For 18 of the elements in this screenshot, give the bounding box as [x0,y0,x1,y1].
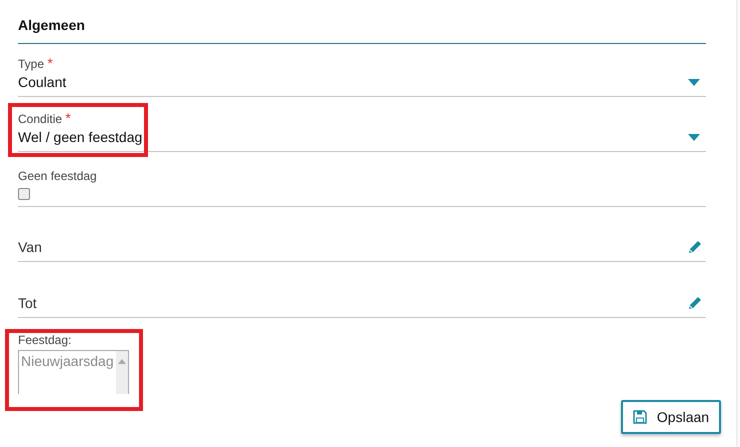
required-mark: * [65,110,71,126]
field-label: Tot [18,294,37,313]
field-label: Conditie [18,112,62,126]
save-button[interactable]: Opslaan [621,400,721,434]
field-label: Feestdag: [18,333,72,347]
required-mark: * [47,55,53,71]
field-label: Type [18,57,44,71]
select-value[interactable]: Coulant [18,72,66,92]
field-label: Van [18,238,42,257]
pencil-icon[interactable] [688,240,702,254]
field-label: Geen feestdag [18,169,97,183]
section-title: Algemeen [18,0,706,44]
dropdown-caret-icon[interactable] [688,134,700,140]
checkbox[interactable] [18,188,30,200]
dropdown-caret-icon[interactable] [688,78,700,86]
select-value[interactable]: Wel / geen feestdag [18,127,142,147]
save-icon [632,410,647,424]
pencil-icon[interactable] [688,296,702,310]
